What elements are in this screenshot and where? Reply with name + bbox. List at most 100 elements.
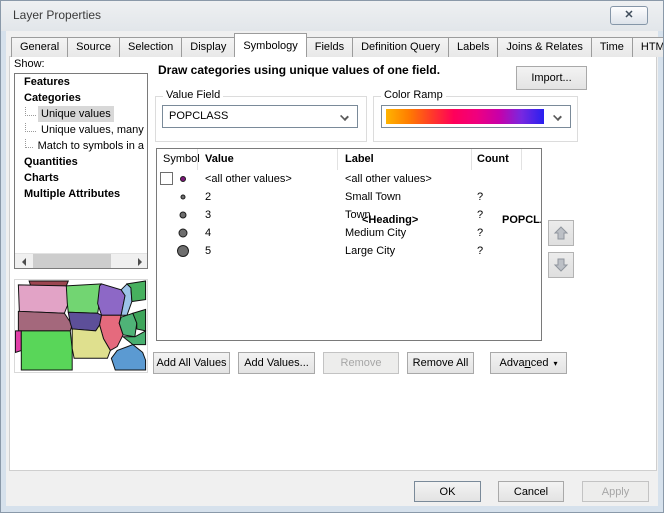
remove-all-button[interactable]: Remove All [407, 352, 474, 374]
tab-fields[interactable]: Fields [306, 37, 353, 57]
value-cell: <Heading> [355, 211, 495, 229]
symbol-cell [314, 211, 355, 229]
panel-heading: Draw categories using unique values of o… [158, 63, 440, 77]
apply-button[interactable]: Apply [582, 481, 649, 502]
show-listbox[interactable]: FeaturesCategoriesUnique valuesUnique va… [14, 73, 148, 269]
label-cell: Small Town [338, 188, 472, 206]
show-item-label: Categories [21, 90, 84, 106]
table-row[interactable]: 2Small Town? [157, 188, 541, 206]
window-frame-left [1, 31, 6, 512]
move-down-button[interactable] [548, 252, 574, 278]
value-field-group-label: Value Field [163, 89, 223, 101]
tab-strip: GeneralSourceSelectionDisplaySymbologyFi… [11, 33, 664, 57]
show-item-label: Match to symbols in a [35, 138, 147, 154]
window-frame-bottom [1, 506, 663, 512]
value-cell: 2 [198, 188, 338, 206]
value-field-combobox[interactable]: POPCLASS [162, 105, 358, 128]
symbol-cell [157, 188, 198, 206]
show-item-categories[interactable]: Categories [15, 90, 147, 106]
show-item-features[interactable]: Features [15, 74, 147, 90]
advanced-label: Adva [500, 357, 525, 369]
show-item-unique-values[interactable]: Unique values [15, 106, 147, 122]
column-header-symbol: Symbol [157, 149, 198, 170]
value-field-selected: POPCLASS [169, 110, 228, 122]
value-cell: <all other values> [198, 170, 338, 188]
ok-button[interactable]: OK [414, 481, 481, 502]
show-item-multiple-attributes[interactable]: Multiple Attributes [15, 186, 147, 202]
point-symbol-icon [180, 212, 187, 219]
show-item-label: Unique values, many [38, 122, 147, 138]
table-row[interactable]: <all other values><all other values> [157, 170, 541, 188]
label-cell: Large City [338, 242, 472, 260]
tab-definition-query[interactable]: Definition Query [352, 37, 449, 57]
count-cell: ? [472, 242, 522, 260]
count-cell: ? [472, 188, 522, 206]
values-table-header: Symbol Value Label Count [157, 149, 541, 170]
close-icon: ✕ [624, 9, 633, 21]
cancel-button[interactable]: Cancel [498, 481, 564, 502]
value-cell: 5 [198, 242, 338, 260]
tab-labels[interactable]: Labels [448, 37, 498, 57]
add-all-values-button[interactable]: Add All Values [153, 352, 230, 374]
scroll-left-arrow-icon[interactable] [15, 254, 30, 269]
close-button[interactable]: ✕ [610, 6, 648, 25]
tab-display[interactable]: Display [181, 37, 235, 57]
point-symbol-icon [181, 195, 186, 200]
layer-properties-dialog: Layer Properties ✕ GeneralSourceSelectio… [0, 0, 664, 513]
symbol-cell [157, 206, 198, 224]
show-item-quantities[interactable]: Quantities [15, 154, 147, 170]
advanced-label-end: ced [531, 357, 549, 369]
show-item-unique-values-many[interactable]: Unique values, many [15, 122, 147, 138]
hscrollbar-thumb[interactable] [33, 254, 111, 269]
show-item-match-to-symbols-in-a[interactable]: Match to symbols in a [15, 138, 147, 154]
symbol-cell [157, 170, 198, 188]
window-frame-right [658, 31, 663, 512]
tab-general[interactable]: General [11, 37, 68, 57]
point-symbol-icon [177, 245, 189, 257]
point-symbol-icon [179, 229, 188, 238]
color-ramp-group-label: Color Ramp [381, 89, 446, 101]
arrow-up-icon [553, 225, 569, 241]
show-list-hscrollbar[interactable] [15, 253, 147, 268]
advanced-button[interactable]: Advanced▾ [490, 352, 567, 374]
show-item-label: Quantities [21, 154, 81, 170]
tab-time[interactable]: Time [591, 37, 633, 57]
tab-symbology[interactable]: Symbology [234, 33, 306, 57]
scroll-right-arrow-icon[interactable] [132, 254, 147, 269]
dropdown-caret-icon: ▾ [553, 359, 557, 368]
tab-joins-relates[interactable]: Joins & Relates [497, 37, 591, 57]
show-item-label: Multiple Attributes [21, 186, 123, 202]
title-bar: Layer Properties ✕ [1, 1, 663, 31]
table-row[interactable]: 5Large City? [157, 242, 541, 260]
tree-connector-icon [25, 107, 36, 116]
table-row[interactable]: <Heading>POPCLASS [314, 211, 542, 229]
show-item-label: Charts [21, 170, 62, 186]
show-label: Show: [14, 58, 45, 70]
tab-source[interactable]: Source [67, 37, 120, 57]
tab-html-popup[interactable]: HTML Popup [632, 37, 664, 57]
column-header-count: Count [472, 149, 522, 170]
column-header-value: Value [198, 149, 338, 170]
remove-button[interactable]: Remove [323, 352, 399, 374]
tree-connector-icon [25, 139, 33, 148]
show-item-label: Unique values [38, 106, 114, 122]
column-header-label: Label [338, 149, 472, 170]
chevron-down-icon [340, 112, 349, 121]
tree-connector-icon [25, 123, 36, 132]
arrow-down-icon [553, 257, 569, 273]
chevron-down-icon [553, 112, 562, 121]
symbol-cell [157, 242, 198, 260]
color-ramp-gradient [386, 109, 544, 124]
values-table[interactable]: Symbol Value Label Count <all other valu… [156, 148, 542, 341]
show-item-label: Features [21, 74, 73, 90]
map-preview-image [15, 280, 147, 372]
import-button[interactable]: Import... [516, 66, 587, 90]
tab-selection[interactable]: Selection [119, 37, 182, 57]
add-values-button[interactable]: Add Values... [238, 352, 315, 374]
point-symbol-icon [180, 176, 186, 182]
all-other-values-checkbox[interactable] [160, 172, 173, 185]
map-preview [14, 279, 148, 373]
move-up-button[interactable] [548, 220, 574, 246]
show-item-charts[interactable]: Charts [15, 170, 147, 186]
color-ramp-combobox[interactable] [381, 105, 571, 128]
